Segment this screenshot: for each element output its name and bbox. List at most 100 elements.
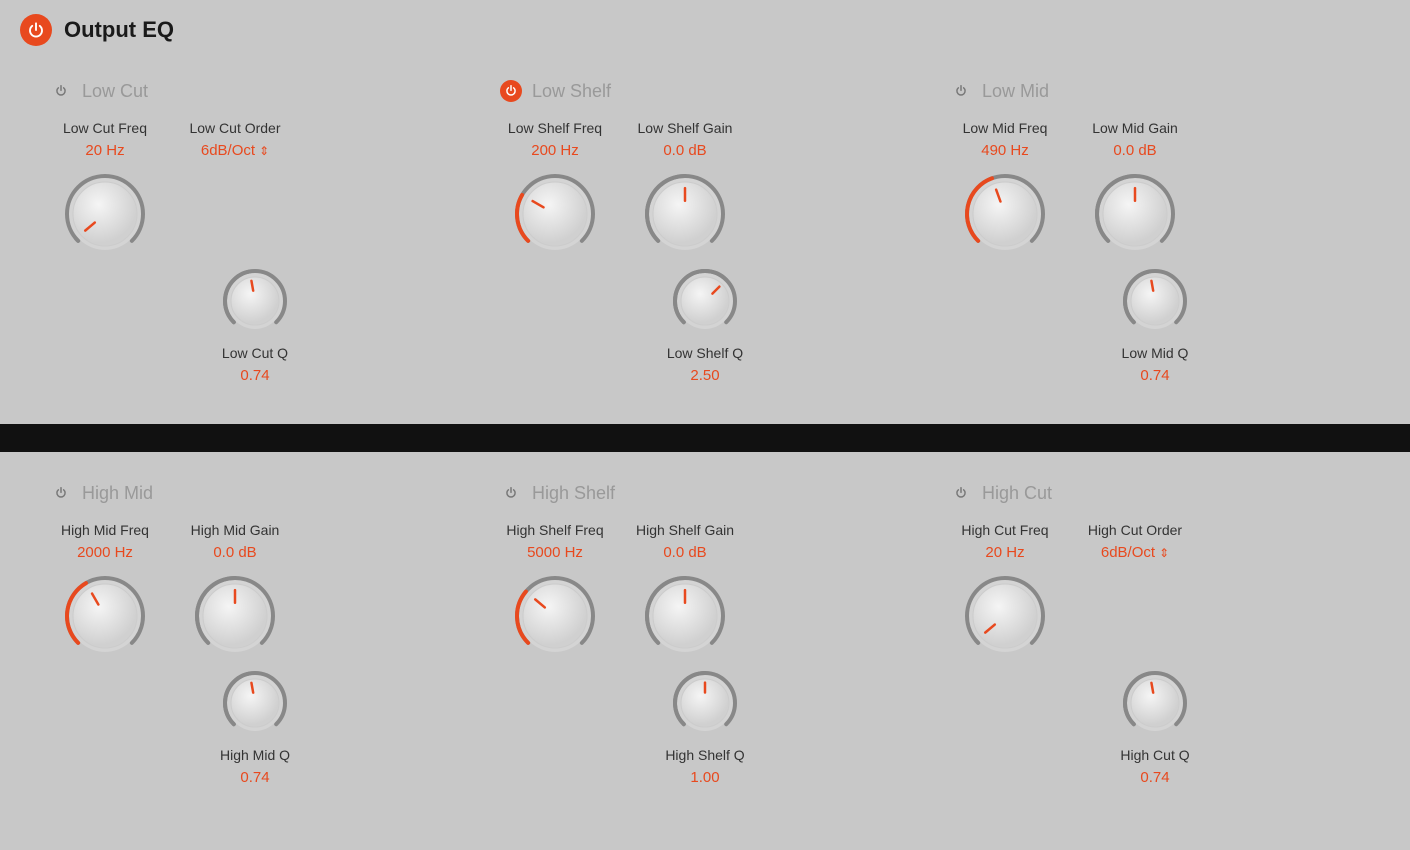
knob-value-low-cut-order[interactable]: 6dB/Oct ⇕	[201, 142, 269, 159]
knob-high-shelf-gain[interactable]	[640, 571, 730, 661]
power-button-low-shelf[interactable]	[500, 80, 522, 102]
knob-high-shelf-freq[interactable]	[510, 571, 600, 661]
band-low-mid: Low Mid Low Mid Freq 490 Hz Low Mid Gain0.…	[930, 70, 1380, 404]
main-power-button[interactable]	[20, 14, 52, 46]
band-high-shelf: High Shelf High Shelf Freq5000 Hz High Sh…	[480, 472, 930, 806]
q-label-low-cut: Low Cut Q	[222, 345, 288, 361]
q-row-low-shelf: Low Shelf Q 2.50	[500, 265, 910, 394]
knob-high-cut-freq[interactable]	[960, 571, 1050, 661]
knob-low-shelf-gain[interactable]	[640, 169, 730, 259]
power-button-low-cut[interactable]	[50, 80, 72, 102]
dropdown-arrow-icon: ⇕	[259, 144, 269, 158]
knob-svg	[219, 667, 291, 739]
knob-group-low-mid-freq[interactable]: Low Mid Freq 490 Hz	[950, 120, 1060, 259]
knob-group-low-cut-order[interactable]: Low Cut Order6dB/Oct⇕	[180, 120, 290, 259]
q-knob-wrap-high-cut[interactable]: High Cut Q0.74	[1119, 667, 1191, 796]
knob-group-low-mid-gain[interactable]: Low Mid Gain0.0 dB	[1080, 120, 1190, 259]
knob-high-mid-gain[interactable]	[190, 571, 280, 661]
power-button-low-mid[interactable]	[950, 80, 972, 102]
knob-label-low-shelf-freq: Low Shelf Freq	[508, 120, 602, 136]
power-icon	[954, 486, 968, 500]
knob-low-shelf-freq[interactable]	[510, 169, 600, 259]
band-low-shelf: Low Shelf Low Shelf Freq200 Hz Low Shelf …	[480, 70, 930, 404]
bottom-section: High Mid High Mid Freq2000 Hz High Mid Ga…	[0, 452, 1410, 826]
knob-value-high-mid-freq: 2000 Hz	[77, 544, 133, 561]
knob-group-low-shelf-freq[interactable]: Low Shelf Freq200 Hz	[500, 120, 610, 259]
power-button-high-mid[interactable]	[50, 482, 72, 504]
knob-svg	[219, 265, 291, 337]
knob-group-high-shelf-gain[interactable]: High Shelf Gain0.0 dB	[630, 522, 740, 661]
power-icon	[504, 486, 518, 500]
q-knob-low-mid[interactable]	[1119, 265, 1191, 337]
power-button-high-cut[interactable]	[950, 482, 972, 504]
q-knob-high-shelf[interactable]	[669, 667, 741, 739]
knob-svg	[60, 571, 150, 661]
q-label-high-cut: High Cut Q	[1120, 747, 1189, 763]
band-header-high-mid: High Mid	[50, 482, 460, 504]
knob-value-high-mid-gain: 0.0 dB	[213, 544, 256, 561]
knob-svg	[510, 169, 600, 259]
knob-svg	[1119, 667, 1191, 739]
knob-label-high-shelf-gain: High Shelf Gain	[636, 522, 734, 538]
q-knob-wrap-low-cut[interactable]: Low Cut Q0.74	[219, 265, 291, 394]
band-header-low-shelf: Low Shelf	[500, 80, 910, 102]
q-knob-low-cut[interactable]	[219, 265, 291, 337]
power-button-high-shelf[interactable]	[500, 482, 522, 504]
band-controls-low-mid: Low Mid Freq 490 Hz Low Mid Gain0.0 dB	[950, 120, 1360, 259]
bottom-eq-row: High Mid High Mid Freq2000 Hz High Mid Ga…	[30, 472, 1380, 806]
band-controls-high-mid: High Mid Freq2000 Hz High Mid Gain0.0 dB	[50, 522, 460, 661]
q-row-low-cut: Low Cut Q0.74	[50, 265, 460, 394]
dropdown-value: 6dB/Oct	[201, 142, 255, 159]
q-label-high-mid: High Mid Q	[220, 747, 290, 763]
knob-value-low-mid-gain: 0.0 dB	[1113, 142, 1156, 159]
q-label-low-shelf: Low Shelf Q	[667, 345, 743, 361]
knob-group-high-cut-freq[interactable]: High Cut Freq20 Hz	[950, 522, 1060, 661]
band-name-low-mid: Low Mid	[982, 81, 1049, 102]
q-row-low-mid: Low Mid Q0.74	[950, 265, 1360, 394]
band-name-low-shelf: Low Shelf	[532, 81, 611, 102]
band-name-high-shelf: High Shelf	[532, 483, 615, 504]
knob-label-low-shelf-gain: Low Shelf Gain	[638, 120, 733, 136]
knob-svg	[60, 169, 150, 259]
band-controls-low-shelf: Low Shelf Freq200 Hz Low Shelf Gain0.0 d…	[500, 120, 910, 259]
q-value-low-shelf: 2.50	[690, 367, 719, 384]
knob-value-high-cut-order[interactable]: 6dB/Oct⇕	[1101, 544, 1169, 561]
knob-group-low-shelf-gain[interactable]: Low Shelf Gain0.0 dB	[630, 120, 740, 259]
knob-low-mid-freq[interactable]	[960, 169, 1050, 259]
q-knob-low-shelf[interactable]	[669, 265, 741, 337]
q-knob-wrap-low-shelf[interactable]: Low Shelf Q 2.50	[667, 265, 743, 394]
q-knob-high-mid[interactable]	[219, 667, 291, 739]
knob-group-high-mid-freq[interactable]: High Mid Freq2000 Hz	[50, 522, 160, 661]
knob-svg	[669, 667, 741, 739]
q-row-high-mid: High Mid Q0.74	[50, 667, 460, 796]
band-low-cut: Low CutLow Cut Freq20 Hz Low Cut Order6d…	[30, 70, 480, 404]
q-knob-wrap-low-mid[interactable]: Low Mid Q0.74	[1119, 265, 1191, 394]
band-high-mid: High Mid High Mid Freq2000 Hz High Mid Ga…	[30, 472, 480, 806]
band-name-high-mid: High Mid	[82, 483, 153, 504]
knob-label-high-cut-order: High Cut Order	[1088, 522, 1182, 538]
knob-svg	[640, 571, 730, 661]
app-title: Output EQ	[64, 17, 174, 43]
knob-value-low-mid-freq: 490 Hz	[981, 142, 1029, 159]
q-knob-high-cut[interactable]	[1119, 667, 1191, 739]
knob-group-high-cut-order[interactable]: High Cut Order 6dB/Oct⇕	[1080, 522, 1190, 661]
top-section: Low CutLow Cut Freq20 Hz Low Cut Order6d…	[0, 60, 1410, 424]
q-knob-wrap-high-shelf[interactable]: High Shelf Q1.00	[665, 667, 744, 796]
knob-svg	[510, 571, 600, 661]
knob-svg	[190, 571, 280, 661]
knob-label-low-mid-freq: Low Mid Freq	[963, 120, 1048, 136]
band-controls-high-cut: High Cut Freq20 Hz High Cut Order 6dB/Oct…	[950, 522, 1360, 661]
knob-low-cut-freq[interactable]	[60, 169, 150, 259]
power-icon	[954, 84, 968, 98]
knob-group-low-cut-freq[interactable]: Low Cut Freq20 Hz	[50, 120, 160, 259]
band-controls-low-cut: Low Cut Freq20 Hz Low Cut Order6dB/Oct⇕	[50, 120, 460, 259]
knob-high-mid-freq[interactable]	[60, 571, 150, 661]
q-knob-wrap-high-mid[interactable]: High Mid Q0.74	[219, 667, 291, 796]
power-icon	[54, 486, 68, 500]
knob-svg	[669, 265, 741, 337]
divider-bar	[0, 424, 1410, 452]
knob-svg	[640, 169, 730, 259]
knob-group-high-mid-gain[interactable]: High Mid Gain0.0 dB	[180, 522, 290, 661]
knob-low-mid-gain[interactable]	[1090, 169, 1180, 259]
knob-group-high-shelf-freq[interactable]: High Shelf Freq5000 Hz	[500, 522, 610, 661]
